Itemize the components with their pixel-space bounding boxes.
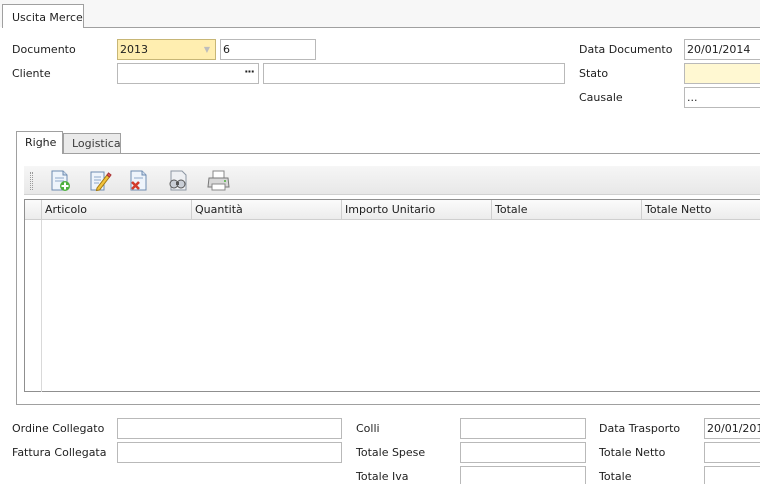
cliente-label: Cliente [12,67,51,80]
causale-field[interactable]: ... [684,87,760,108]
column-header-quantita[interactable]: Quantità [192,200,342,219]
print-button[interactable] [206,169,232,193]
add-row-icon [51,170,70,191]
totale-field[interactable] [704,466,760,484]
tab-logistica-label: Logistica [72,137,121,150]
document-tab-label: Uscita Merce [12,11,83,24]
grid-header: Articolo Quantità Importo Unitario Total… [25,200,760,220]
colli-field[interactable] [460,418,586,439]
column-header-totale[interactable]: Totale [492,200,642,219]
totale-netto-field[interactable] [704,442,760,463]
fattura-collegata-label: Fattura Collegata [12,446,107,459]
totale-netto-label: Totale Netto [599,446,666,459]
ordine-collegato-label: Ordine Collegato [12,422,105,435]
delete-row-button[interactable] [126,169,152,193]
totale-spese-label: Totale Spese [356,446,426,459]
colli-label: Colli [356,422,380,435]
documento-year-combo[interactable]: 2013 ▼ [117,39,216,60]
cliente-name-field[interactable] [263,63,565,84]
cliente-code-field[interactable]: ··· [117,63,259,84]
stato-label: Stato [579,67,609,80]
causale-value: ... [687,91,698,104]
documento-year-value: 2013 [120,43,148,56]
totale-label: Totale [599,470,632,483]
documento-number-value: 6 [223,43,230,56]
totale-iva-field[interactable] [460,466,586,484]
fattura-collegata-field[interactable] [117,442,342,463]
column-header-importo-unitario[interactable]: Importo Unitario [342,200,492,219]
totale-spese-field[interactable] [460,442,586,463]
tab-logistica[interactable]: Logistica [63,133,121,153]
data-trasporto-label: Data Trasporto [599,422,681,435]
document-tab-divider [84,27,760,28]
ordine-collegato-field[interactable] [117,418,342,439]
grid-row-indicator-column [25,220,42,392]
edit-row-icon [90,171,112,192]
documento-number-field[interactable]: 6 [220,39,316,60]
document-tab-strip [0,0,760,27]
data-documento-field[interactable]: 20/01/2014 [684,39,760,60]
print-icon [207,170,230,191]
column-header-totale-netto[interactable]: Totale Netto [642,200,760,219]
stato-field[interactable] [684,63,760,84]
righe-grid[interactable]: Articolo Quantità Importo Unitario Total… [24,199,760,392]
data-documento-value: 20/01/2014 [687,43,751,56]
chevron-down-icon[interactable]: ▼ [199,40,215,59]
tab-righe[interactable]: Righe [16,131,63,154]
data-trasporto-value: 20/01/2014 [707,422,760,435]
toolbar-grip[interactable] [30,172,33,190]
totale-iva-label: Totale Iva [356,470,409,483]
causale-label: Causale [579,91,623,104]
view-row-button[interactable] [165,169,191,193]
grid-row-indicator-header [25,200,42,219]
data-trasporto-field[interactable]: 20/01/2014 [704,418,760,439]
documento-label: Documento [12,43,76,56]
add-row-button[interactable] [48,169,74,193]
column-header-articolo[interactable]: Articolo [42,200,192,219]
data-documento-label: Data Documento [579,43,673,56]
view-row-icon [169,170,187,191]
document-tab-uscita-merce[interactable]: Uscita Merce [2,4,84,28]
righe-toolbar [24,166,760,195]
edit-row-button[interactable] [87,169,113,193]
cliente-lookup-button[interactable]: ··· [240,64,258,83]
tab-righe-label: Righe [25,136,57,149]
delete-row-icon [130,170,147,191]
